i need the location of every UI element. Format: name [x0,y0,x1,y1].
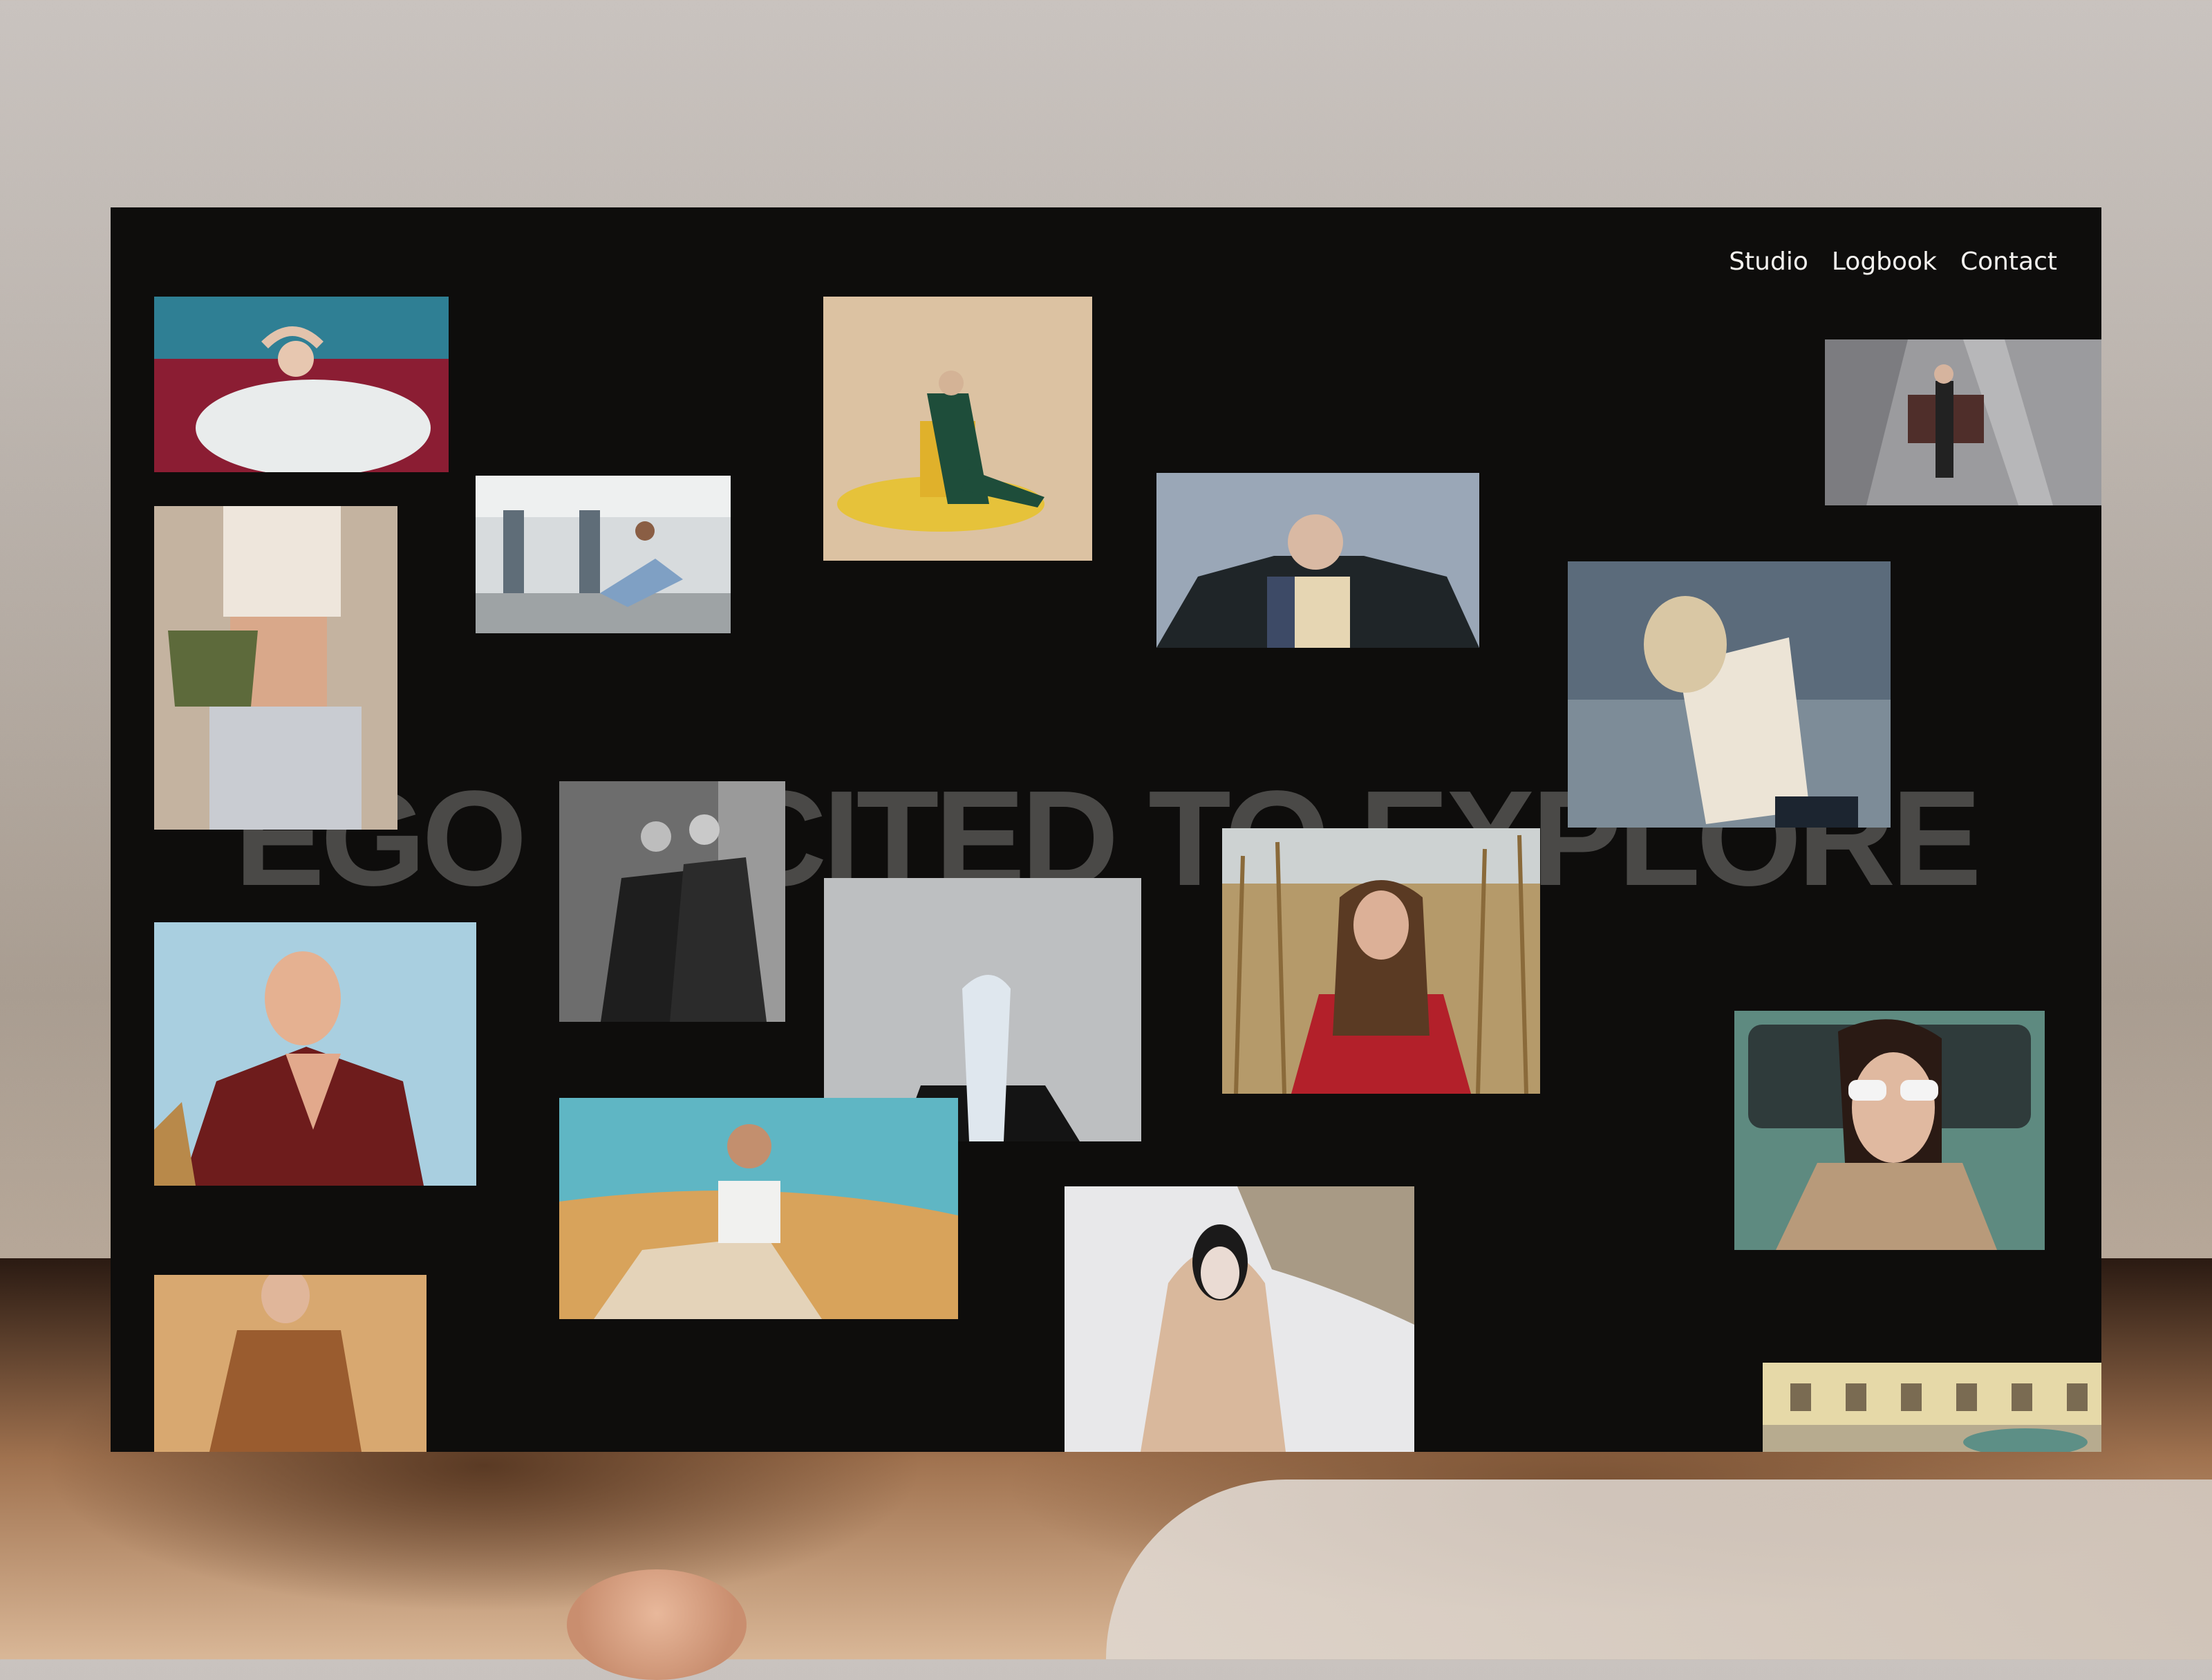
photo-red-wrap[interactable] [154,922,476,1186]
photo-bw-duo[interactable] [559,781,785,1022]
photo-white-shirt[interactable] [1568,561,1891,828]
photo-crop-top[interactable] [154,506,397,830]
photo-dark-coat[interactable] [1156,473,1479,648]
photo-snow-coat[interactable] [1065,1186,1414,1452]
photo-chair-overhead[interactable] [1825,339,2101,505]
nav-contact[interactable]: Contact [1960,248,2057,276]
top-nav: Studio Logbook Contact [1729,248,2057,276]
photo-vintage-building[interactable] [1763,1363,2101,1452]
photo-desert[interactable] [559,1098,958,1319]
photo-motel-porch[interactable] [476,476,731,633]
photo-car-sunglasses[interactable] [1734,1011,2045,1250]
photo-tulle-dress[interactable] [154,297,449,472]
nav-logbook[interactable]: Logbook [1832,248,1937,276]
portfolio-window: Studio Logbook Contact EGO EXCITED TO EX… [111,207,2101,1452]
photo-green-suit[interactable] [823,297,1092,561]
photo-brown-jacket[interactable] [154,1275,427,1452]
background-collar [1106,1480,2212,1659]
nav-studio[interactable]: Studio [1729,248,1808,276]
photo-cornfield[interactable] [1222,828,1540,1094]
background-ear [567,1569,747,1680]
